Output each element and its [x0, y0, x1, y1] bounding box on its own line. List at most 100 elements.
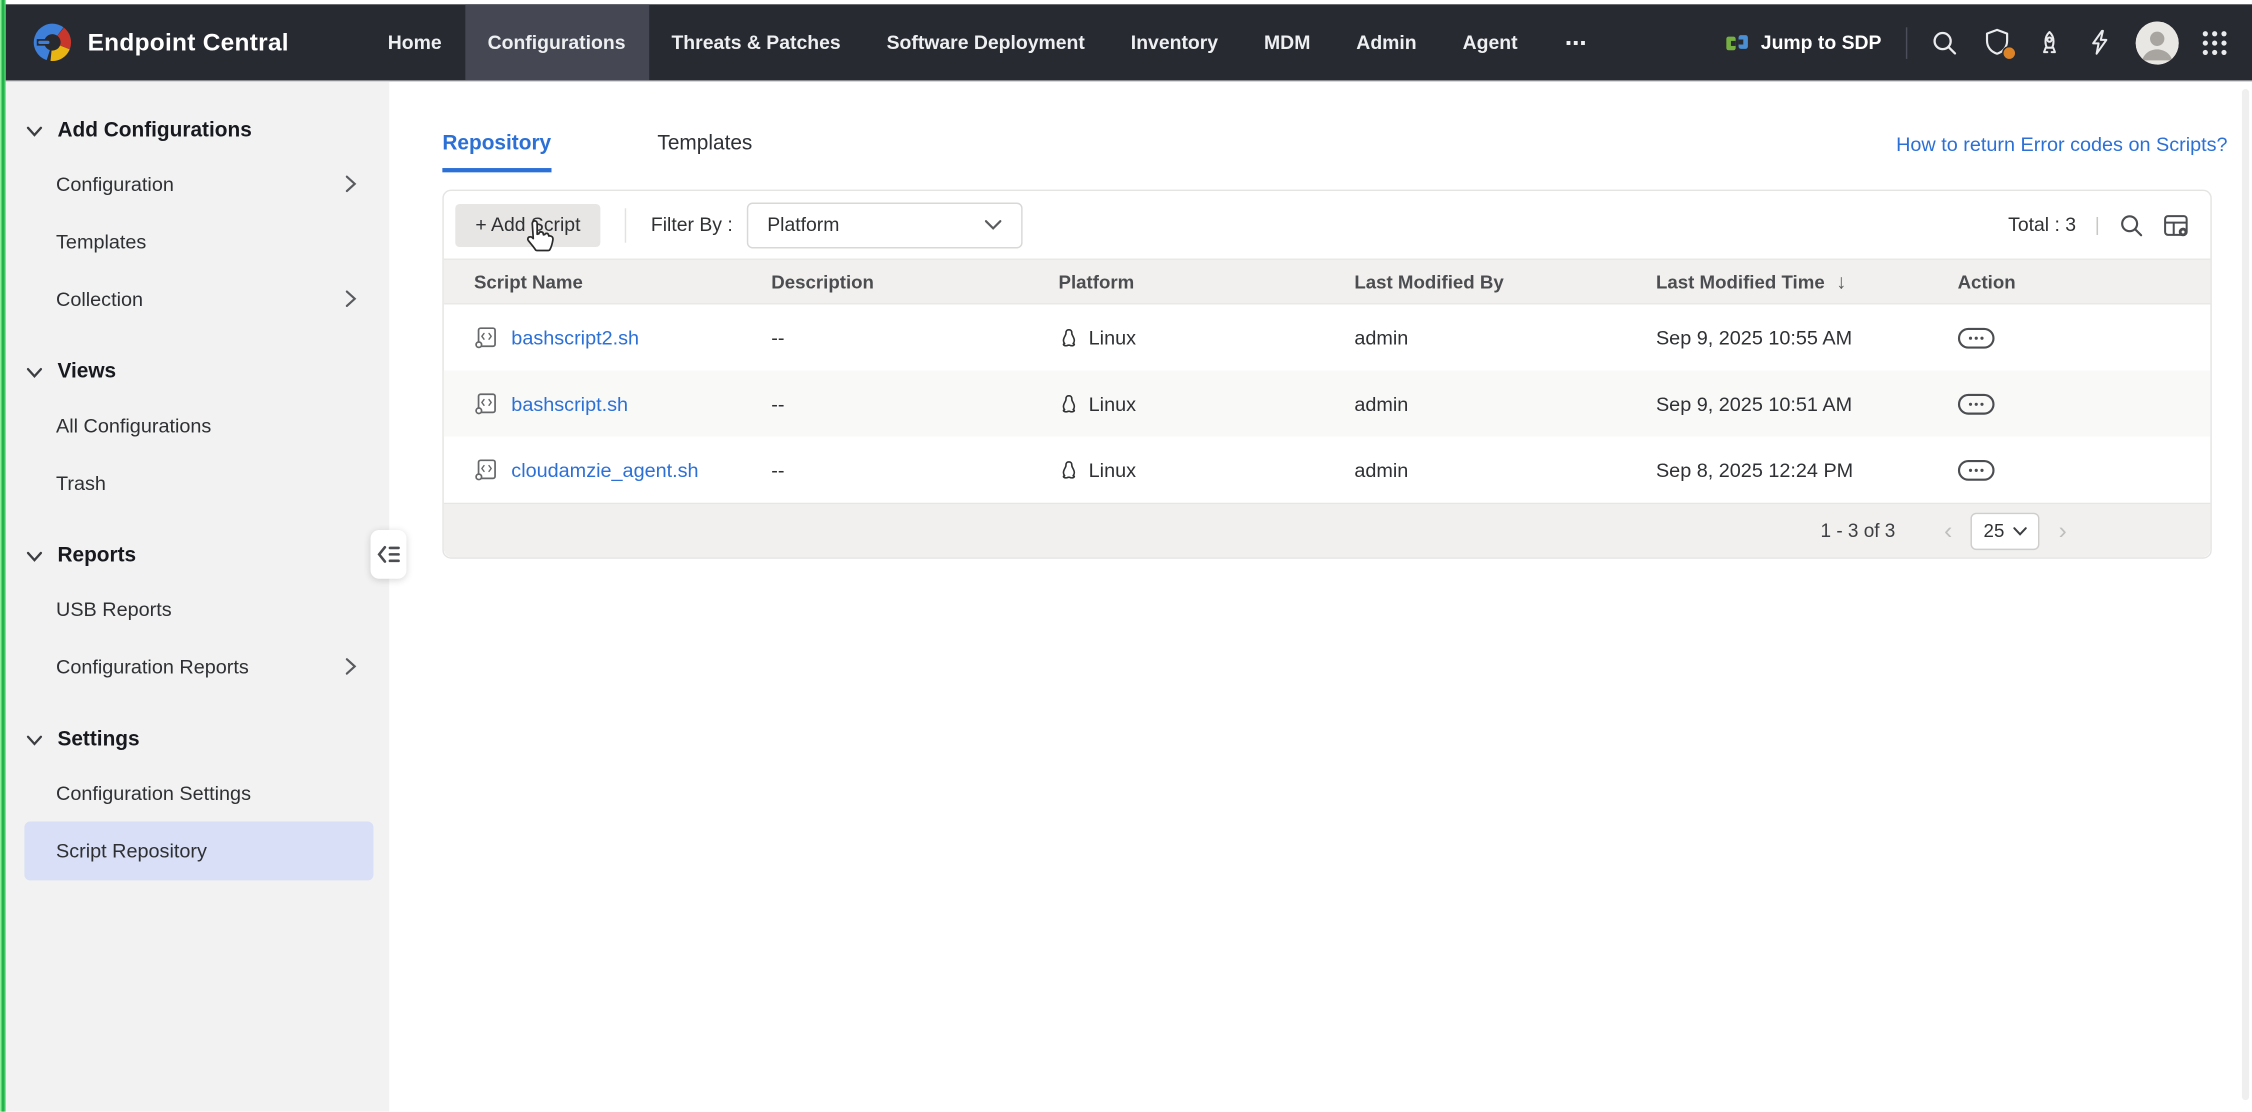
row-actions-button[interactable]	[1958, 393, 1995, 415]
chevron-right-icon	[343, 656, 357, 676]
modified-by-cell: admin	[1324, 327, 1626, 349]
pagination-range-label: 1 - 3 of 3	[1821, 520, 1896, 542]
tab-templates[interactable]: Templates	[657, 132, 752, 172]
top-navbar: Endpoint Central Home Configurations Thr…	[0, 4, 2252, 80]
lightning-bolt-icon[interactable]	[2087, 29, 2113, 56]
endpoint-central-logo-icon	[33, 23, 72, 62]
sidebar-section-reports[interactable]: Reports	[0, 534, 389, 577]
jump-to-sdp-label: Jump to SDP	[1761, 32, 1882, 54]
sidebar-item-configuration-reports[interactable]: Configuration Reports	[0, 638, 389, 695]
ellipsis-pill-icon	[1958, 393, 1995, 415]
repository-toolbar: + Add Script Filter By : Platform Total …	[444, 191, 2211, 259]
previous-page-button[interactable]: ‹	[1938, 518, 1958, 542]
nav-item-configurations[interactable]: Configurations	[465, 4, 649, 80]
script-name-link[interactable]: bashscript.sh	[444, 391, 741, 415]
sidebar-item-script-repository[interactable]: Script Repository	[24, 822, 373, 881]
modified-by-cell: admin	[1324, 393, 1626, 415]
sidebar-item-configuration-settings[interactable]: Configuration Settings	[0, 764, 389, 821]
linux-tux-icon	[1058, 393, 1078, 415]
description-cell: --	[741, 327, 1028, 349]
toolbar-divider	[625, 208, 626, 242]
chevron-right-icon	[343, 174, 357, 194]
toolbar-pipe-divider: |	[2095, 214, 2100, 236]
platform-filter-dropdown[interactable]: Platform	[747, 202, 1023, 248]
linux-tux-icon	[1058, 327, 1078, 349]
linux-tux-icon	[1058, 459, 1078, 481]
sidebar-section-views[interactable]: Views	[0, 350, 389, 393]
table-header-row: Script Name Description Platform Last Mo…	[444, 259, 2211, 305]
sidebar-item-trash[interactable]: Trash	[0, 454, 389, 511]
pagination-bar: 1 - 3 of 3 ‹ 25 ›	[444, 503, 2211, 558]
column-header-description[interactable]: Description	[741, 271, 1028, 293]
sidebar-item-usb-reports[interactable]: USB Reports	[0, 580, 389, 637]
column-header-script-name[interactable]: Script Name	[444, 271, 741, 293]
platform-cell: Linux	[1028, 393, 1324, 415]
user-avatar[interactable]	[2136, 21, 2179, 64]
page-size-value: 25	[1984, 520, 2005, 542]
error-codes-help-link[interactable]: How to return Error codes on Scripts?	[1896, 134, 2227, 173]
next-page-button[interactable]: ›	[2053, 518, 2073, 542]
sidebar-item-collection[interactable]: Collection	[0, 270, 389, 327]
rocket-icon[interactable]	[2035, 28, 2064, 57]
column-settings-icon[interactable]	[2163, 212, 2190, 238]
tab-repository[interactable]: Repository	[442, 132, 551, 172]
jump-to-sdp-button[interactable]: Jump to SDP	[1725, 31, 1882, 54]
sidebar-item-configuration[interactable]: Configuration	[0, 155, 389, 212]
nav-item-mdm[interactable]: MDM	[1241, 4, 1333, 80]
table-search-icon[interactable]	[2118, 212, 2144, 238]
brand[interactable]: Endpoint Central	[0, 4, 333, 80]
nav-item-home[interactable]: Home	[365, 4, 465, 80]
nav-item-inventory[interactable]: Inventory	[1108, 4, 1241, 80]
left-sidebar: Add Configurations Configuration Templat…	[0, 80, 389, 1111]
column-header-platform[interactable]: Platform	[1028, 271, 1324, 293]
script-name-link[interactable]: cloudamzie_agent.sh	[444, 457, 741, 481]
nav-item-admin[interactable]: Admin	[1333, 4, 1439, 80]
sort-descending-icon[interactable]: ↓	[1836, 270, 1846, 293]
navbar-divider	[1906, 27, 1907, 59]
sidebar-section-settings[interactable]: Settings	[0, 718, 389, 761]
chevron-down-icon	[2012, 526, 2028, 537]
primary-nav: Home Configurations Threats & Patches So…	[365, 4, 1607, 80]
chevron-right-icon	[343, 289, 357, 309]
filter-by-label: Filter By :	[651, 214, 733, 236]
tabs-row: Repository Templates How to return Error…	[442, 132, 2227, 172]
ellipsis-pill-icon	[1958, 327, 1995, 349]
column-header-action: Action	[1927, 271, 2210, 293]
column-header-last-modified-time[interactable]: Last Modified Time ↓	[1626, 270, 1928, 293]
script-file-icon	[474, 457, 498, 481]
script-name-link[interactable]: bashscript2.sh	[444, 325, 741, 349]
nav-item-threats-patches[interactable]: Threats & Patches	[648, 4, 863, 80]
security-shield-icon[interactable]	[1982, 27, 2012, 57]
app-window: Endpoint Central Home Configurations Thr…	[0, 0, 2252, 1112]
apps-grid-icon[interactable]	[2200, 28, 2229, 57]
notification-badge	[2002, 46, 2016, 60]
table-row: bashscript2.sh -- Linux admin Sep 9, 202…	[444, 304, 2211, 370]
page-size-dropdown[interactable]: 25	[1971, 512, 2040, 549]
search-icon[interactable]	[1930, 28, 1959, 57]
row-actions-button[interactable]	[1958, 327, 1995, 349]
ellipsis-pill-icon	[1958, 459, 1995, 481]
vertical-scrollbar[interactable]	[2242, 89, 2249, 1100]
nav-more-icon[interactable]: ⋯	[1546, 4, 1606, 80]
script-file-icon	[474, 325, 498, 349]
platform-cell: Linux	[1028, 459, 1324, 481]
nav-item-software-deployment[interactable]: Software Deployment	[864, 4, 1108, 80]
script-file-icon	[474, 391, 498, 415]
platform-cell: Linux	[1028, 327, 1324, 349]
sidebar-item-templates[interactable]: Templates	[0, 213, 389, 270]
nav-item-agent[interactable]: Agent	[1440, 4, 1541, 80]
chevron-down-icon	[26, 364, 43, 380]
chevron-down-icon	[26, 732, 43, 748]
column-header-last-modified-by[interactable]: Last Modified By	[1324, 271, 1626, 293]
chevron-down-icon	[26, 548, 43, 564]
sidebar-collapse-button[interactable]	[371, 530, 407, 579]
row-actions-button[interactable]	[1958, 459, 1995, 481]
repository-card: + Add Script Filter By : Platform Total …	[442, 190, 2211, 559]
chevron-down-icon	[26, 123, 43, 139]
brand-name: Endpoint Central	[88, 28, 289, 57]
platform-filter-value: Platform	[767, 214, 839, 236]
sidebar-item-all-configurations[interactable]: All Configurations	[0, 396, 389, 453]
sidebar-section-add-configurations[interactable]: Add Configurations	[0, 109, 389, 152]
modified-time-cell: Sep 8, 2025 12:24 PM	[1626, 459, 1928, 481]
add-script-button[interactable]: + Add Script	[455, 203, 600, 246]
